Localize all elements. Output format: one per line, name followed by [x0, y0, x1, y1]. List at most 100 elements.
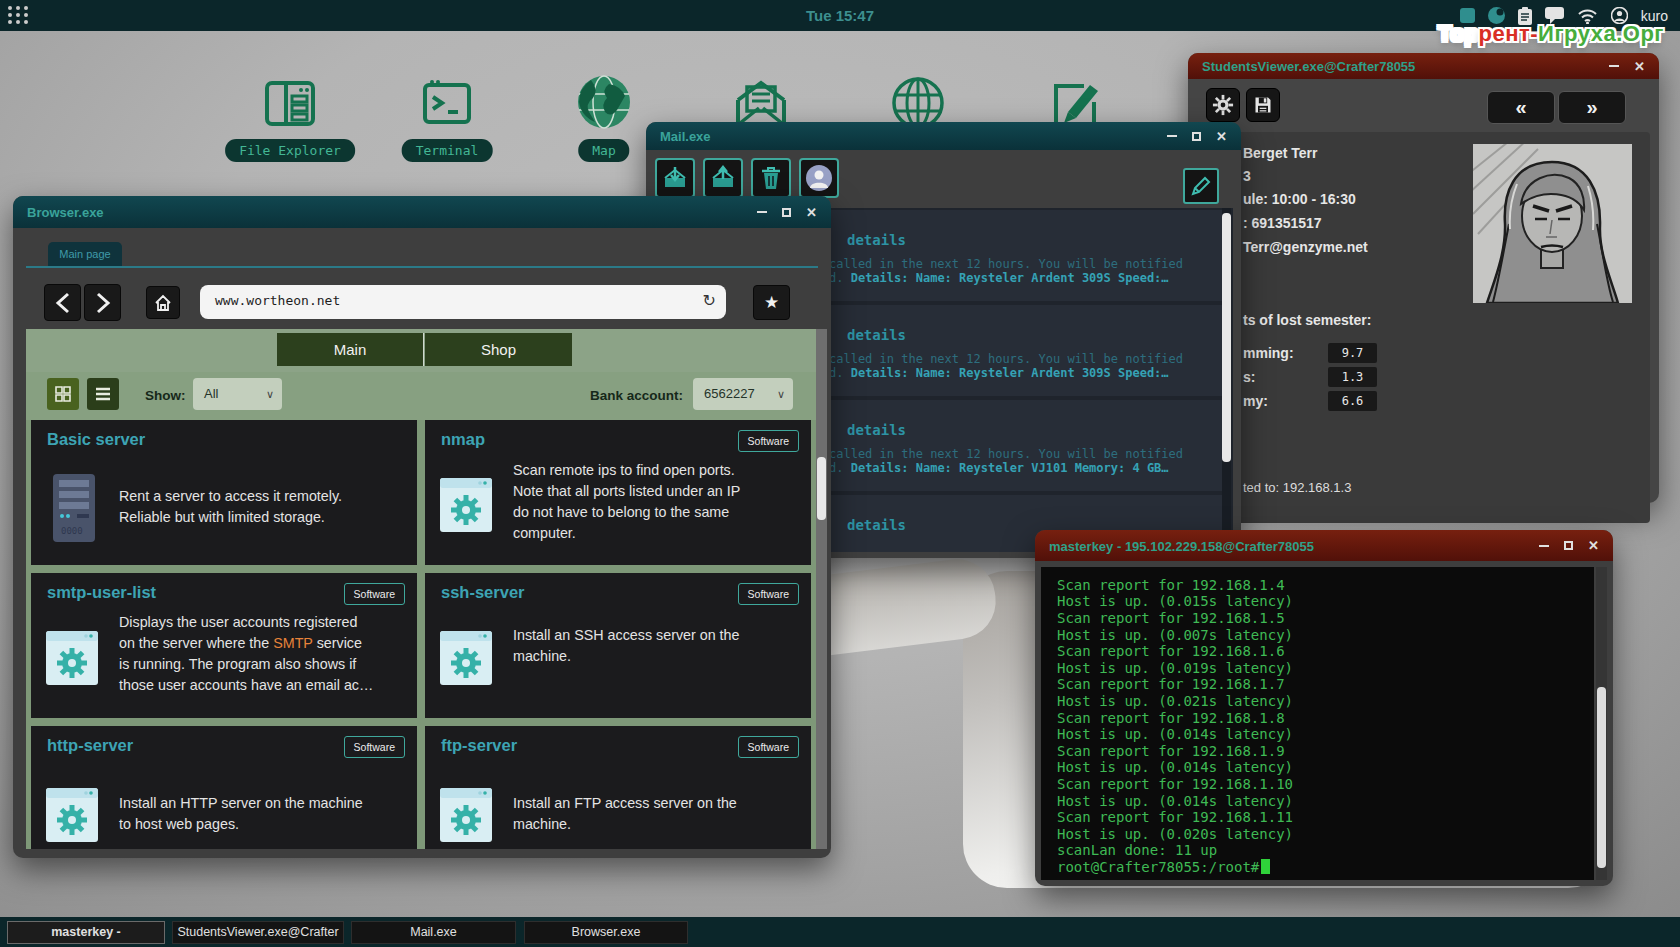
- item-badge: Software: [344, 736, 405, 758]
- url-text[interactable]: www.wortheon.net: [215, 293, 340, 308]
- url-bar[interactable]: www.wortheon.net ↻: [200, 285, 726, 319]
- terminal-titlebar[interactable]: masterkey - 195.102.229.158@Crafter78055…: [1035, 530, 1613, 561]
- terminal-scrollbar[interactable]: [1596, 567, 1607, 880]
- grade-label: my:: [1243, 393, 1268, 409]
- shop-item-nmap[interactable]: nmap Software Scan remote ips to find op…: [425, 420, 811, 565]
- terminal-scroll-thumb[interactable]: [1597, 687, 1606, 868]
- grade-value: 9.7: [1328, 343, 1377, 363]
- browser-scroll-thumb[interactable]: [817, 457, 826, 520]
- compose-button[interactable]: [1183, 168, 1219, 204]
- site-tab-shop[interactable]: Shop: [425, 333, 572, 366]
- forward-button[interactable]: [84, 284, 121, 321]
- file-explorer-icon[interactable]: [259, 72, 321, 134]
- shop-item-ssh-server[interactable]: ssh-server Software Install an SSH acces…: [425, 573, 811, 718]
- item-desc-line: Rent a server to access it remotely.: [119, 486, 407, 507]
- save-button[interactable]: [1246, 88, 1280, 122]
- mail-send-button[interactable]: [703, 158, 743, 198]
- terminal-line: Host is up. (0.014s latency): [1057, 793, 1293, 809]
- item-desc-line: Note that all ports listed under an IP: [513, 481, 801, 502]
- item-desc-line: machine.: [513, 646, 801, 667]
- back-button[interactable]: [44, 284, 81, 321]
- home-button[interactable]: [146, 286, 180, 319]
- shop-item-basic-server[interactable]: Basic server 0000 Rent a server to acces…: [31, 420, 417, 565]
- shop-item-smtp-user-list[interactable]: smtp-user-list Software Displays the use…: [31, 573, 417, 718]
- student-email: Terr@genzyme.net: [1243, 239, 1368, 255]
- chevron-down-icon: ∨: [266, 378, 274, 410]
- maximize-icon[interactable]: [1192, 132, 1201, 141]
- save-icon: [1253, 95, 1273, 115]
- mail-entry-subject[interactable]: details: [847, 232, 906, 248]
- minimize-icon[interactable]: [1609, 65, 1619, 67]
- close-icon[interactable]: ✕: [1216, 130, 1227, 143]
- close-icon[interactable]: ✕: [1588, 539, 1599, 552]
- item-desc-line: Install an HTTP server on the machine: [119, 793, 407, 814]
- mail-entry-subject[interactable]: details: [847, 517, 906, 533]
- students-title: StudentsViewer.exe@Crafter78055: [1202, 59, 1415, 74]
- shop-item-http-server[interactable]: http-server Software Install an HTTP ser…: [31, 726, 417, 849]
- avatar-icon: [805, 164, 833, 192]
- app-gear-icon: [46, 631, 98, 685]
- reload-icon[interactable]: ↻: [703, 291, 716, 310]
- mail-contacts-button[interactable]: [799, 158, 839, 198]
- mail-entry-subject[interactable]: details: [847, 422, 906, 438]
- browser-title: Browser.exe: [27, 205, 104, 220]
- shop-item-ftp-server[interactable]: ftp-server Software Install an FTP acces…: [425, 726, 811, 849]
- cursor: [1261, 859, 1270, 874]
- maximize-icon[interactable]: [1564, 541, 1573, 550]
- gear-icon: [1212, 94, 1234, 116]
- browser-scrollbar[interactable]: [816, 329, 827, 849]
- mail-entry-subject[interactable]: details: [847, 327, 906, 343]
- minimize-icon[interactable]: [757, 211, 767, 213]
- watermark: Торрент-Игруха.Орг: [1438, 21, 1664, 47]
- terminal-prompt[interactable]: root@Crafter78055:/root#: [1057, 859, 1270, 875]
- show-dropdown[interactable]: All∨: [193, 378, 282, 410]
- terminal-line: Host is up. (0.007s latency): [1057, 627, 1293, 643]
- item-desc-line: Displays the user accounts registered: [119, 612, 407, 633]
- file-explorer-label[interactable]: File Explorer: [225, 139, 355, 162]
- list-view-button[interactable]: [87, 378, 119, 410]
- item-badge: Software: [344, 583, 405, 605]
- terminal-line: Host is up. (0.015s latency): [1057, 593, 1293, 609]
- taskbar-item-studentsviewer[interactable]: StudentsViewer.exe@Crafter: [172, 921, 344, 944]
- terminal-title: masterkey - 195.102.229.158@Crafter78055: [1049, 538, 1314, 553]
- minimize-icon[interactable]: [1539, 545, 1549, 547]
- terminal-line: scanLan done: 11 up: [1057, 842, 1217, 858]
- back-icon: [54, 292, 72, 314]
- maximize-icon[interactable]: [782, 208, 791, 217]
- grade-label: mming:: [1243, 345, 1294, 361]
- students-titlebar[interactable]: StudentsViewer.exe@Crafter78055 ✕: [1188, 53, 1659, 79]
- terminal-output[interactable]: Scan report for 192.168.1.4 Host is up. …: [1041, 567, 1594, 880]
- mail-receive-button[interactable]: [655, 158, 695, 198]
- app-gear-icon: [440, 788, 492, 842]
- terminal-line: Scan report for 192.168.1.10: [1057, 776, 1293, 792]
- grid-view-button[interactable]: [47, 378, 79, 410]
- bank-account-dropdown[interactable]: 6562227∨: [693, 378, 793, 410]
- taskbar-item-browser[interactable]: Browser.exe: [524, 921, 688, 944]
- app-gear-icon: [440, 631, 492, 685]
- prev-student-button[interactable]: «: [1487, 91, 1555, 124]
- taskbar-item-masterkey[interactable]: masterkey -: [7, 921, 165, 944]
- close-icon[interactable]: ✕: [1634, 60, 1645, 73]
- mail-delete-button[interactable]: [751, 158, 791, 198]
- next-student-button[interactable]: »: [1558, 91, 1626, 124]
- item-name: Basic server: [47, 430, 145, 449]
- map-label[interactable]: Map: [578, 139, 629, 162]
- close-icon[interactable]: ✕: [806, 206, 817, 219]
- item-desc-line: machine.: [513, 814, 801, 835]
- map-icon[interactable]: [573, 72, 635, 134]
- mail-titlebar[interactable]: Mail.exe ✕: [646, 122, 1241, 150]
- terminal-label[interactable]: Terminal: [402, 139, 493, 162]
- item-name: ftp-server: [441, 736, 517, 755]
- settings-button[interactable]: [1206, 88, 1240, 122]
- minimize-icon[interactable]: [1167, 135, 1177, 137]
- results-label: ts of lost semester:: [1243, 312, 1371, 328]
- mail-scrollbar[interactable]: [1222, 208, 1231, 552]
- browser-titlebar[interactable]: Browser.exe ✕: [13, 196, 831, 228]
- site-tab-main[interactable]: Main: [277, 333, 424, 366]
- bookmark-button[interactable]: ★: [753, 285, 790, 320]
- mail-scroll-thumb[interactable]: [1222, 213, 1231, 462]
- terminal-icon[interactable]: [416, 72, 478, 134]
- student-phone: : 691351517: [1243, 215, 1322, 231]
- browser-tab[interactable]: Main page: [48, 242, 122, 266]
- taskbar-item-mail[interactable]: Mail.exe: [351, 921, 516, 944]
